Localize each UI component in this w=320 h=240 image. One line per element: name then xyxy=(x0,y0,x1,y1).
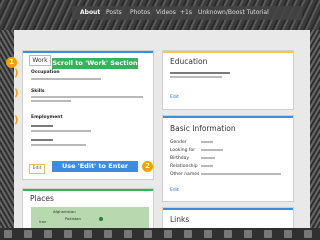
links-title: Links xyxy=(170,215,190,224)
bracket-marker: ) xyxy=(14,68,19,79)
tab-photos[interactable]: Photos xyxy=(130,7,150,19)
education-card: Education Edit xyxy=(162,50,294,110)
education-school xyxy=(170,72,230,74)
map-pin-icon xyxy=(99,217,103,221)
tab-posts[interactable]: Posts xyxy=(106,7,122,19)
browser-top-bar: About Posts Photos Videos +1s Unknown/Bo… xyxy=(0,0,320,30)
education-title: Education xyxy=(170,57,208,66)
taskbar-icon[interactable] xyxy=(304,230,312,238)
skills-label: Skills xyxy=(31,89,45,94)
step-2-callout: Use 'Edit' to Enter xyxy=(52,161,138,172)
tab-videos[interactable]: Videos xyxy=(156,7,176,19)
gender-label: Gender xyxy=(170,140,187,145)
taskbar-icon[interactable] xyxy=(4,230,12,238)
bracket-marker: ) xyxy=(14,115,19,126)
step-1-callout: Scroll to 'Work' Section xyxy=(52,58,138,69)
taskbar-icon[interactable] xyxy=(64,230,72,238)
links-card-accent xyxy=(163,208,293,210)
education-edit-link[interactable]: Edit xyxy=(170,95,179,100)
education-card-accent xyxy=(163,51,293,53)
taskbar-icon[interactable] xyxy=(204,230,212,238)
taskbar-icon[interactable] xyxy=(124,230,132,238)
relationship-value xyxy=(201,165,213,167)
places-card: Places Afghanistan Pakistan Iran xyxy=(22,188,154,230)
map-label: Afghanistan xyxy=(53,209,76,214)
employer-detail xyxy=(31,130,91,132)
taskbar xyxy=(0,228,320,240)
taskbar-icon[interactable] xyxy=(284,230,292,238)
taskbar-icon[interactable] xyxy=(44,230,52,238)
work-card-accent xyxy=(23,51,153,53)
tab-about[interactable]: About xyxy=(80,7,100,19)
taskbar-icon[interactable] xyxy=(104,230,112,238)
basic-info-edit-link[interactable]: Edit xyxy=(170,188,179,193)
bracket-marker: ) xyxy=(14,88,19,99)
occupation-value xyxy=(31,78,101,80)
birthday-value xyxy=(201,157,215,159)
step-2-badge: 2 xyxy=(142,161,153,172)
places-map[interactable]: Afghanistan Pakistan Iran xyxy=(31,207,149,228)
basic-info-title: Basic Information xyxy=(170,124,236,133)
employer-detail xyxy=(31,144,86,146)
basic-info-card: Basic Information Gender Looking for Bir… xyxy=(162,115,294,202)
looking-for-value xyxy=(201,149,223,151)
taskbar-icon[interactable] xyxy=(24,230,32,238)
employer-name xyxy=(31,125,53,127)
places-card-accent xyxy=(23,189,153,191)
work-edit-button[interactable]: Edit xyxy=(29,164,45,174)
tab-tutorial[interactable]: Unknown/Boost Tutorial xyxy=(198,7,269,19)
education-detail xyxy=(170,76,222,78)
skills-value-line xyxy=(31,100,71,102)
looking-for-label: Looking for xyxy=(170,148,196,153)
employment-label: Employment xyxy=(31,115,63,120)
occupation-label: Occupation xyxy=(31,70,60,75)
relationship-label: Relationship xyxy=(170,164,198,169)
taskbar-icon[interactable] xyxy=(144,230,152,238)
other-names-value xyxy=(201,173,281,175)
work-tab[interactable]: Work xyxy=(29,55,51,66)
step-1-badge: 1 xyxy=(6,57,17,68)
taskbar-icon[interactable] xyxy=(84,230,92,238)
birthday-label: Birthday xyxy=(170,156,190,161)
gender-value xyxy=(201,141,213,143)
taskbar-icon[interactable] xyxy=(184,230,192,238)
right-scrollbar[interactable] xyxy=(310,30,320,240)
other-names-label: Other names xyxy=(170,172,200,177)
employer-name xyxy=(31,139,53,141)
taskbar-icon[interactable] xyxy=(224,230,232,238)
taskbar-icon[interactable] xyxy=(264,230,272,238)
map-label: Pakistan xyxy=(65,216,81,221)
basic-info-card-accent xyxy=(163,116,293,118)
taskbar-icon[interactable] xyxy=(244,230,252,238)
taskbar-icon[interactable] xyxy=(164,230,172,238)
places-title: Places xyxy=(30,194,54,203)
skills-value-line xyxy=(31,96,143,98)
tab-plus-ones[interactable]: +1s xyxy=(180,7,192,19)
map-label: Iran xyxy=(39,219,47,224)
